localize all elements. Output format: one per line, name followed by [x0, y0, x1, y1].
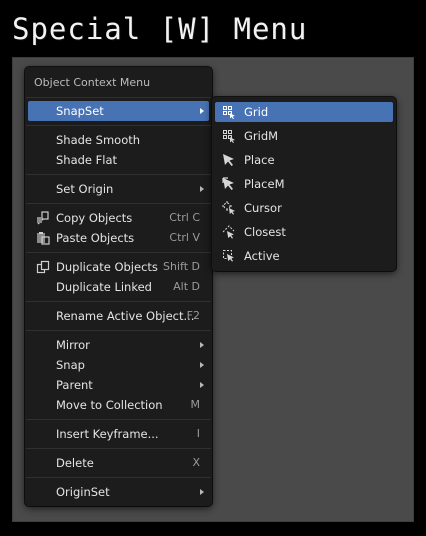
submenu-arrow-icon — [200, 186, 204, 192]
menu-item-label: Parent — [56, 378, 93, 392]
submenu-item-label: Grid — [244, 105, 269, 119]
duplicate-icon — [36, 260, 50, 274]
snap-active-icon — [223, 250, 234, 262]
snap-grid-m-icon — [223, 130, 235, 143]
shortcut-label: Ctrl V — [169, 231, 200, 244]
shortcut-label: Shift D — [163, 260, 200, 273]
submenu-item-label: Active — [244, 249, 280, 263]
copy-icon — [37, 211, 49, 225]
menu-item-label: Duplicate Objects — [56, 260, 158, 274]
menu-item-label: Mirror — [56, 338, 90, 352]
submenu-arrow-icon — [200, 342, 204, 348]
submenu-item-label: PlaceM — [244, 177, 285, 191]
shortcut-label: M — [190, 398, 201, 411]
submenu-arrow-icon — [200, 382, 204, 388]
submenu-item-label: Cursor — [244, 201, 282, 215]
menu-item-duplicate-linked[interactable]: Duplicate Linked Alt D — [28, 277, 209, 297]
snap-closest-icon — [222, 225, 235, 239]
submenu-item-closest[interactable]: Closest — [215, 222, 393, 242]
menu-item-label: Shade Smooth — [56, 133, 141, 147]
snap-place-m-icon — [222, 177, 234, 190]
menu-item-label: Shade Flat — [56, 153, 118, 167]
separator — [26, 448, 211, 449]
shortcut-label: I — [196, 427, 200, 440]
shortcut-label: Ctrl C — [169, 211, 200, 224]
snap-place-icon — [223, 154, 234, 166]
paste-icon — [37, 232, 50, 245]
menu-item-label: Set Origin — [56, 182, 114, 196]
menu-item-mirror[interactable]: Mirror — [28, 335, 209, 355]
separator — [26, 301, 211, 302]
menu-item-set-origin[interactable]: Set Origin — [28, 179, 209, 199]
snap-cursor-icon — [222, 201, 235, 215]
separator — [26, 125, 211, 126]
menu-item-label: Paste Objects — [56, 231, 135, 245]
menu-item-shade-flat[interactable]: Shade Flat — [28, 150, 209, 170]
submenu-arrow-icon — [200, 108, 204, 114]
menu-item-snapset[interactable]: SnapSet — [28, 101, 209, 121]
separator — [26, 97, 211, 98]
submenu-item-label: Closest — [244, 225, 286, 239]
object-context-menu: Object Context Menu SnapSet Shade Smooth… — [25, 67, 212, 506]
shortcut-label: Alt D — [173, 280, 200, 293]
submenu-item-placem[interactable]: PlaceM — [215, 174, 393, 194]
menu-item-duplicate-objects[interactable]: Duplicate Objects Shift D — [28, 257, 209, 277]
menu-item-originset[interactable]: OriginSet — [28, 482, 209, 502]
submenu-item-gridm[interactable]: GridM — [215, 126, 393, 146]
menu-item-label: Rename Active Object... — [56, 309, 195, 323]
menu-item-label: Snap — [56, 358, 85, 372]
menu-header: Object Context Menu — [34, 76, 151, 89]
menu-item-label: Copy Objects — [56, 211, 133, 225]
separator — [26, 477, 211, 478]
menu-item-rename-active-object[interactable]: Rename Active Object... F2 — [28, 306, 209, 326]
shortcut-label: X — [192, 456, 200, 469]
menu-item-shade-smooth[interactable]: Shade Smooth — [28, 130, 209, 150]
menu-item-move-to-collection[interactable]: Move to Collection M — [28, 395, 209, 415]
snapset-submenu: Grid GridM Place PlaceM Cursor Closest A… — [212, 97, 396, 271]
page-title: Special [W] Menu — [12, 12, 308, 46]
submenu-item-place[interactable]: Place — [215, 150, 393, 170]
submenu-arrow-icon — [200, 489, 204, 495]
menu-item-label: Duplicate Linked — [56, 280, 152, 294]
submenu-item-grid[interactable]: Grid — [215, 102, 393, 122]
submenu-item-active[interactable]: Active — [215, 246, 393, 266]
separator — [26, 330, 211, 331]
shortcut-label: F2 — [186, 309, 200, 322]
menu-item-label: Delete — [56, 456, 94, 470]
separator — [26, 252, 211, 253]
separator — [26, 203, 211, 204]
submenu-item-cursor[interactable]: Cursor — [215, 198, 393, 218]
menu-item-insert-keyframe[interactable]: Insert Keyframe... I — [28, 424, 209, 444]
menu-item-delete[interactable]: Delete X — [28, 453, 209, 473]
menu-item-label: OriginSet — [56, 485, 110, 499]
menu-item-label: Move to Collection — [56, 398, 163, 412]
menu-item-snap[interactable]: Snap — [28, 355, 209, 375]
submenu-arrow-icon — [200, 362, 204, 368]
submenu-item-label: Place — [244, 153, 275, 167]
menu-item-copy-objects[interactable]: Copy Objects Ctrl C — [28, 208, 209, 228]
menu-item-parent[interactable]: Parent — [28, 375, 209, 395]
snap-grid-icon — [223, 106, 235, 119]
menu-item-paste-objects[interactable]: Paste Objects Ctrl V — [28, 228, 209, 248]
separator — [26, 419, 211, 420]
separator — [26, 174, 211, 175]
menu-item-label: Insert Keyframe... — [56, 427, 159, 441]
menu-item-label: SnapSet — [56, 104, 104, 118]
submenu-item-label: GridM — [244, 129, 279, 143]
